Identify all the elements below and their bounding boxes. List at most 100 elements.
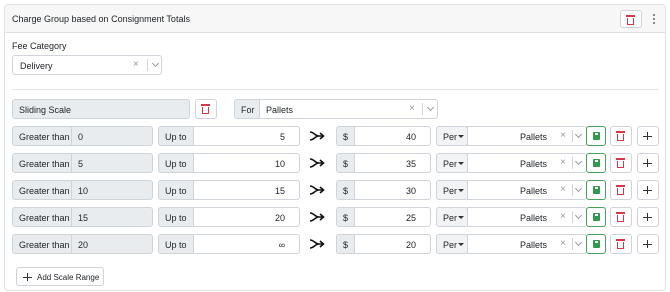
add-row-button[interactable] [637, 126, 659, 146]
delete-row-button[interactable] [610, 180, 632, 200]
plus-icon [23, 272, 32, 282]
chevron-down-icon[interactable] [574, 130, 583, 139]
close-icon[interactable]: × [560, 212, 566, 222]
scale-type-label: Sliding Scale [19, 105, 72, 115]
delete-row-button[interactable] [610, 234, 632, 254]
per-dropdown-button[interactable]: Per [436, 153, 468, 173]
close-icon[interactable]: × [560, 158, 566, 168]
fee-category-label: Fee Category [12, 41, 67, 51]
close-icon[interactable]: × [560, 239, 566, 249]
from-value-field: 15 [71, 207, 153, 227]
fee-category-select[interactable]: Delivery × [12, 55, 162, 75]
per-label: Per [443, 159, 458, 169]
to-value-input[interactable]: ∞ [193, 234, 300, 254]
per-dropdown-button[interactable]: Per [436, 234, 468, 254]
delete-scale-button[interactable] [195, 99, 217, 119]
per-label: Per [443, 213, 458, 223]
more-menu-button[interactable] [648, 10, 660, 28]
condition-label: Greater than [19, 159, 70, 169]
add-row-button[interactable] [637, 234, 659, 254]
unit-value: Pallets [520, 186, 548, 196]
currency-label: $ [343, 159, 349, 169]
chevron-down-icon[interactable] [426, 103, 435, 112]
add-scale-range-button[interactable]: Add Scale Range [16, 267, 104, 286]
trash-icon [616, 158, 625, 168]
price-value: 40 [405, 132, 416, 142]
delete-row-button[interactable] [610, 126, 632, 146]
to-value-input[interactable]: 20 [193, 207, 300, 227]
to-value: 15 [274, 186, 285, 196]
chevron-down-icon[interactable] [574, 211, 583, 220]
trash-icon [626, 15, 635, 25]
select-divider [572, 130, 573, 142]
currency-label-box: $ [336, 126, 355, 146]
select-divider [572, 211, 573, 223]
currency-label: $ [343, 240, 349, 250]
trash-icon [201, 104, 210, 114]
save-icon [593, 132, 600, 140]
add-row-button[interactable] [637, 180, 659, 200]
save-row-button[interactable] [586, 207, 606, 227]
unit-select[interactable]: Pallets × [467, 234, 587, 254]
condition-label-box: Greater than [12, 234, 72, 254]
per-dropdown-button[interactable]: Per [436, 207, 468, 227]
upto-label: Up to [165, 186, 187, 196]
for-unit-select[interactable]: Pallets × [259, 99, 438, 119]
price-input[interactable]: 20 [354, 234, 431, 254]
charge-group-card: Charge Group based on Consignment Totals… [4, 4, 666, 291]
caret-down-icon [458, 162, 464, 165]
close-icon[interactable]: × [133, 60, 139, 70]
chevron-down-icon[interactable] [151, 59, 160, 68]
save-row-button[interactable] [586, 180, 606, 200]
divider [12, 89, 659, 90]
plus-icon [643, 158, 652, 168]
plus-icon [643, 185, 652, 195]
card-title: Charge Group based on Consignment Totals [12, 14, 190, 24]
unit-select[interactable]: Pallets × [467, 153, 587, 173]
price-value: 30 [405, 186, 416, 196]
price-input[interactable]: 40 [354, 126, 431, 146]
unit-value: Pallets [520, 132, 548, 142]
price-value: 25 [405, 213, 416, 223]
save-row-button[interactable] [586, 234, 606, 254]
upto-label: Up to [165, 240, 187, 250]
to-value-input[interactable]: 5 [193, 126, 300, 146]
plus-icon [643, 239, 652, 249]
close-icon[interactable]: × [560, 185, 566, 195]
from-value-field: 5 [71, 153, 153, 173]
add-scale-range-label: Add Scale Range [37, 273, 100, 282]
for-label: For [241, 105, 255, 115]
add-row-button[interactable] [637, 207, 659, 227]
chevron-down-icon[interactable] [574, 184, 583, 193]
save-row-button[interactable] [586, 153, 606, 173]
select-divider [572, 184, 573, 196]
per-dropdown-button[interactable]: Per [436, 126, 468, 146]
for-unit-value: Pallets [266, 105, 294, 115]
delete-row-button[interactable] [610, 207, 632, 227]
per-label: Per [443, 240, 458, 250]
add-row-button[interactable] [637, 153, 659, 173]
unit-select[interactable]: Pallets × [467, 126, 587, 146]
trash-icon [616, 212, 625, 222]
delete-row-button[interactable] [610, 153, 632, 173]
to-value-input[interactable]: 15 [193, 180, 300, 200]
delete-group-button[interactable] [620, 10, 642, 28]
price-input[interactable]: 35 [354, 153, 431, 173]
close-icon[interactable]: × [560, 131, 566, 141]
chevron-down-icon[interactable] [574, 157, 583, 166]
merge-arrow-icon [309, 158, 325, 168]
price-input[interactable]: 30 [354, 180, 431, 200]
unit-select[interactable]: Pallets × [467, 180, 587, 200]
currency-label: $ [343, 213, 349, 223]
select-divider [572, 157, 573, 169]
save-icon [593, 240, 600, 248]
price-input[interactable]: 25 [354, 207, 431, 227]
unit-select[interactable]: Pallets × [467, 207, 587, 227]
chevron-down-icon[interactable] [574, 238, 583, 247]
close-icon[interactable]: × [409, 104, 415, 114]
to-value-input[interactable]: 10 [193, 153, 300, 173]
save-row-button[interactable] [586, 126, 606, 146]
save-icon [593, 213, 600, 221]
per-dropdown-button[interactable]: Per [436, 180, 468, 200]
card-header: Charge Group based on Consignment Totals [5, 5, 665, 33]
